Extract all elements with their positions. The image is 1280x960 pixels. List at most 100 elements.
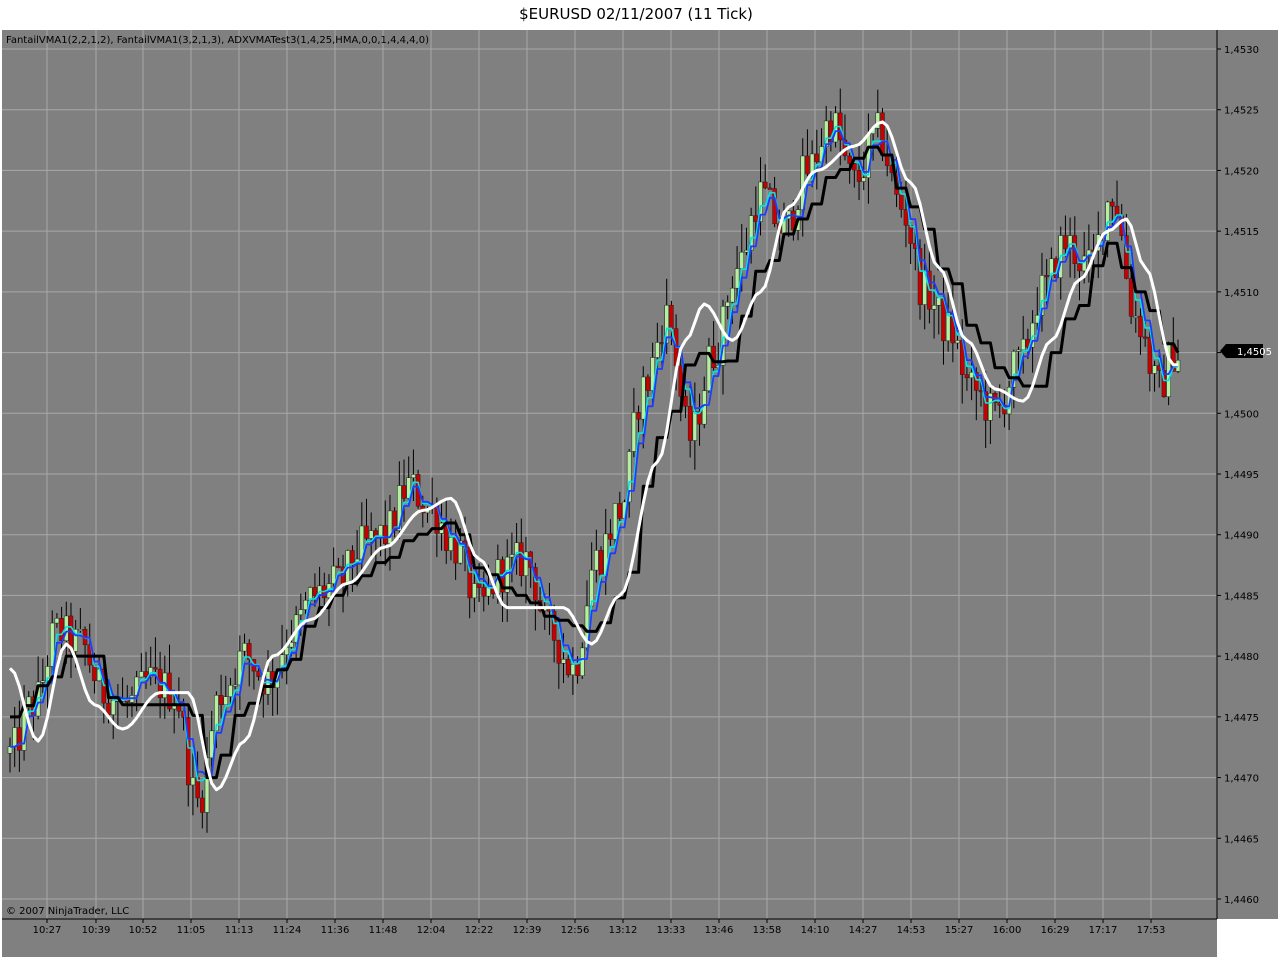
x-tick-label: 17:53 [1137,925,1166,936]
candle-body [687,406,693,441]
candle-body [378,525,383,537]
candle-body [955,340,960,344]
x-tick-label: 10:27 [33,925,62,936]
candle-body [594,550,599,571]
candle-body [964,374,970,379]
x-tick-label: 11:48 [369,925,398,936]
candle-body [725,301,730,307]
y-tick-label: 1,4530 [1224,45,1259,56]
candle-body [683,396,688,407]
x-tick-label: 16:00 [993,925,1022,936]
candle-body [641,376,646,420]
candle-body [54,618,60,624]
candle-body [1152,365,1157,374]
candle-body [767,187,773,190]
x-tick-label: 14:53 [897,925,926,936]
candle-body [744,249,749,253]
candle-body [659,342,665,345]
y-tick-label: 1,4525 [1224,106,1259,117]
candle-body [762,181,768,189]
candle-body [368,530,374,539]
candle-body [631,412,637,452]
x-tick-label: 17:17 [1089,925,1118,936]
x-tick-label: 12:56 [561,925,590,936]
candle-body [856,170,862,182]
chart-title: $EURUSD 02/11/2007 (11 Tick) [519,5,753,23]
candle-body [655,342,660,358]
candle-body [336,565,341,568]
candle-body [575,664,580,676]
candle-body [218,695,224,706]
candle-body [7,746,13,754]
x-tick-label: 13:12 [609,925,638,936]
candle-body [1147,337,1153,374]
y-tick-label: 1,4460 [1224,895,1259,906]
x-tick-label: 12:39 [513,925,542,936]
candle-body [739,251,745,269]
last-price-label: 1,4505 [1237,347,1272,358]
candle-body [1133,315,1139,318]
last-price-tag: 1,4505 [1220,344,1272,358]
copyright-label: © 2007 NinjaTrader, LLC [6,906,129,917]
candle-body [92,664,97,682]
candle-body [289,642,294,648]
y-tick-label: 1,4515 [1224,227,1259,238]
candle-body [598,550,604,576]
candle-body [753,215,759,222]
y-tick-label: 1,4520 [1224,166,1259,177]
x-tick-label: 13:33 [657,925,686,936]
candle-body [331,565,336,584]
candle-body [898,194,904,210]
candle-body [17,727,22,751]
y-tick-label: 1,4485 [1224,591,1259,602]
candle-body [612,503,618,540]
candle-body [139,671,144,678]
y-tick-label: 1,4465 [1224,834,1259,845]
x-tick-label: 14:10 [801,925,830,936]
candle-body [223,696,229,706]
x-tick-label: 14:27 [849,925,878,936]
candle-body [608,533,613,540]
x-tick-label: 16:29 [1041,925,1070,936]
candle-body [734,268,740,289]
y-tick-label: 1,4470 [1224,774,1259,785]
candle-body [1044,275,1049,278]
x-tick-label: 11:13 [225,925,254,936]
candle-body [617,503,623,519]
candle-body [242,643,247,652]
candle-body [387,510,393,544]
candle-body [519,542,524,576]
price-axis: 1,4460 1,4465 1,4470 1,4475 1,4480 1,4485 1,44… [1217,45,1259,906]
candle-body [143,671,149,678]
candle-body [153,667,158,670]
candle-body [1138,315,1143,338]
y-tick-label: 1,4480 [1224,652,1259,663]
candle-body [861,177,866,182]
candle-body [509,554,515,558]
candle-body [232,684,238,687]
candle-body [12,727,17,747]
candle-body [364,525,369,539]
candle-body [190,777,196,786]
candle-body [645,376,651,391]
candle-body [669,304,674,329]
y-tick-label: 1,4500 [1224,409,1259,420]
x-tick-label: 12:04 [417,925,446,936]
candle-body [200,797,205,813]
chart-window: $EURUSD 02/11/2007 (11 Tick) 1,4460 1,446… [0,0,1280,960]
y-tick-label: 1,4475 [1224,713,1259,724]
candle-body [303,599,308,610]
candle-body [730,287,735,303]
candle-body [969,372,974,379]
candle-body [814,153,820,163]
y-tick-label: 1,4490 [1224,531,1259,542]
candle-body [903,209,909,226]
candle-body [401,485,407,499]
candle-body [880,112,885,156]
candle-body [1063,235,1068,250]
price-chart[interactable]: $EURUSD 02/11/2007 (11 Tick) 1,44601,446… [0,0,1280,960]
candle-body [312,587,318,596]
candle-body [298,609,304,616]
candle-body [453,537,458,564]
candle-body [565,659,571,676]
